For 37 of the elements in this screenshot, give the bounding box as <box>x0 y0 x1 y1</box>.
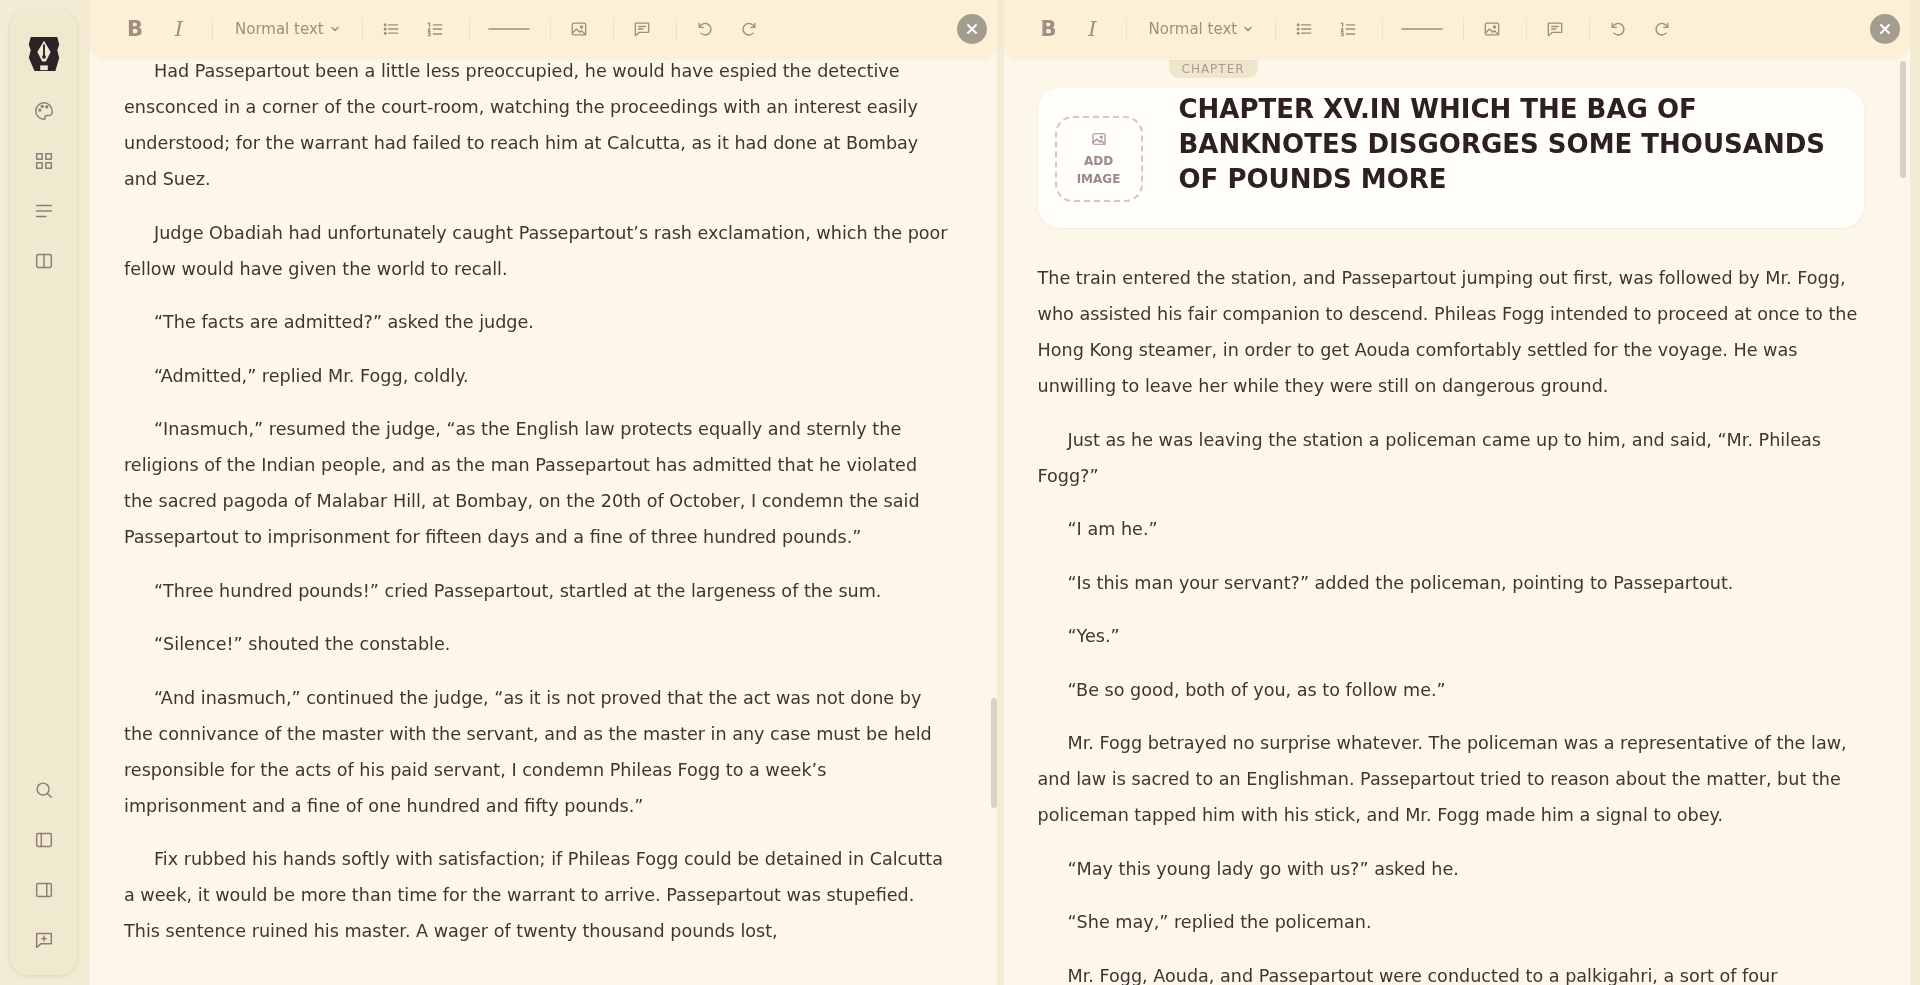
paragraph: “The facts are admitted?” asked the judge. <box>153 311 535 334</box>
paragraph: Fix rubbed his hands softly with satisfaction; if Phileas Fogg could be detained in Calcutta a week, it would be more than time for the warrant to arrive. Passepartout was stupefied. This sentence ruined his master. A wager of twenty thousand pounds lost, <box>124 848 944 943</box>
italic-button[interactable]: I <box>1081 16 1104 41</box>
horizontal-rule-icon[interactable] <box>487 26 530 31</box>
bold-button[interactable]: B <box>124 16 146 41</box>
paragraph: “Yes.” <box>1066 625 1121 648</box>
paragraph: Mr. Fogg betrayed no surprise whatever. The policeman was a representative of the law, and law is sacred to an Englishman. Passepartout tried to reason about the matter, but the policeman tapped him with his stick, and Mr. Fogg made him a signal to obey. <box>1037 732 1848 827</box>
palette-icon[interactable] <box>32 100 55 122</box>
paragraph: “Silence!” shouted the constable. <box>153 633 452 656</box>
paragraph: Just as he was leaving the station a policeman came up to him, and said, “Mr. Phileas Fogg?” <box>1037 428 1822 488</box>
image-icon <box>1089 130 1108 148</box>
paragraph: “Inasmuch,” resumed the judge, “as the English law protects equally and sternly the religions of the Indian people, and as the man Passepartout has admitted that he violated the sacred pagoda of Malabar Hill, at Bombay, on the 20th of October, I condemn the said Passepartout to imprisonment for fifteen days and a fine of three hundred pounds.” <box>124 418 921 549</box>
paragraph: “I am he.” <box>1066 518 1159 541</box>
paragraph: “May this young lady go with us?” asked he. <box>1066 857 1460 881</box>
bold-button[interactable]: B <box>1037 16 1060 41</box>
paragraph: Judge Obadiah had unfortunately caught Passepartout’s rash exclamation, which the poor fellow would have given the world to recall. <box>124 221 949 281</box>
add-image-button[interactable]: ADD IMAGE <box>1054 116 1143 202</box>
paragraph: “Admitted,” replied Mr. Fogg, coldly. <box>153 364 470 388</box>
close-icon[interactable] <box>956 13 987 44</box>
add-image-label: ADD IMAGE <box>1075 153 1122 188</box>
chapter-label: CHAPTER <box>1168 60 1258 78</box>
italic-button[interactable]: I <box>168 16 190 41</box>
text-style-dropdown[interactable]: Normal text <box>1148 19 1254 38</box>
scrollbar[interactable] <box>1900 61 1906 178</box>
paragraph: “Three hundred pounds!” cried Passepartout, startled at the largeness of the sum. <box>153 579 883 603</box>
chapter-title: CHAPTER XV.IN WHICH THE BAG OF BANKNOTES DISGORGES SOME THOUSANDS OF POUNDS MORE <box>1178 93 1826 196</box>
paragraph: “Be so good, both of you, as to follow me.” <box>1066 678 1447 702</box>
paragraph: “She may,” replied the policeman. <box>1066 911 1373 934</box>
text-style-dropdown[interactable]: Normal text <box>235 19 340 38</box>
paragraph: Had Passepartout been a little less preoccupied, he would have espied the detective ensconced in a corner of the court-room, watching the proceedings with an interest easily understood; for the warrant had failed to reach him at Calcutta, as it had done at Bombay and Suez. <box>124 60 920 191</box>
close-icon[interactable] <box>1870 13 1900 44</box>
horizontal-rule-icon[interactable] <box>1401 26 1444 31</box>
paragraph: The train entered the station, and Passepartout jumping out first, was followed by Mr. Fogg, who assisted his fair companion to descend. Phileas Fogg intended to proceed at once to the Hong Kong steamer, in order to get Aouda comfortably settled for the voyage. He was unwilling to leave her while they were still on dangerous ground. <box>1037 267 1859 398</box>
paragraph: “Is this man your servant?” added the policeman, pointing to Passepartout. <box>1066 571 1735 595</box>
paragraph: Mr. Fogg, Aouda, and Passepartout were conducted to a palkigahri, a sort of four <box>1066 964 1779 985</box>
scrollbar[interactable] <box>990 698 997 808</box>
paragraph: “And inasmuch,” continued the judge, “as it is not proved that the act was not done by the connivance of the master with the servant, and as the master in any case must be held responsible for the acts of his paid servant, I condemn Phileas Fogg to a week’s imprisonment and a fine of one hundred and fifty pounds.” <box>124 686 933 818</box>
